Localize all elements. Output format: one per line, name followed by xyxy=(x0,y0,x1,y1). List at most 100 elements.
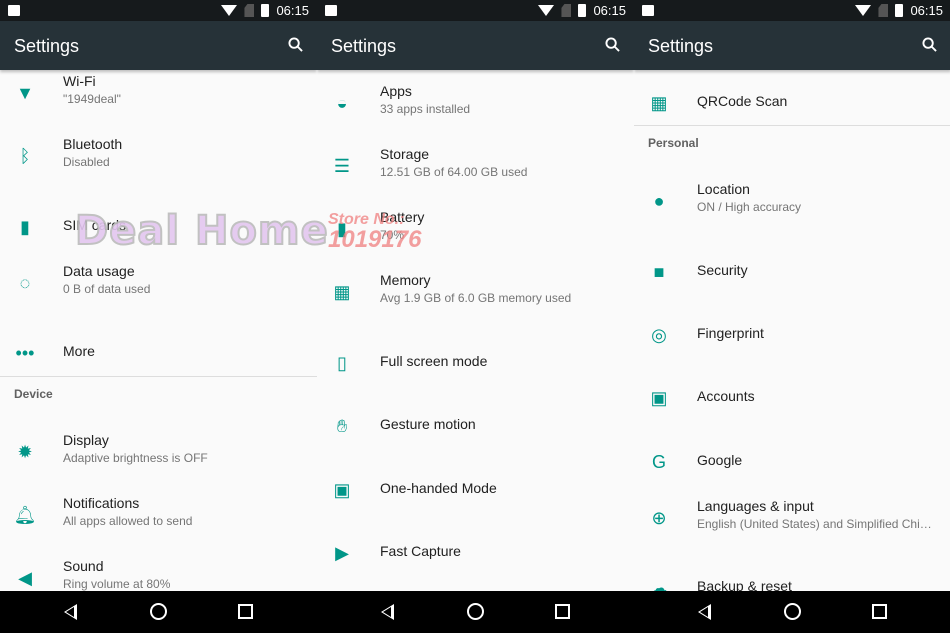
item-subtitle: ON / High accuracy xyxy=(697,200,802,214)
settings-item-location[interactable]: ● Location ON / High accuracy xyxy=(634,181,950,221)
android-icon: ◒ xyxy=(336,92,348,113)
item-title: Gesture motion xyxy=(380,416,476,432)
item-title: Location xyxy=(697,181,750,197)
item-title: Display xyxy=(63,432,109,448)
settings-item-google[interactable]: G Google xyxy=(634,442,950,482)
item-title: Accounts xyxy=(697,388,755,404)
location-icon: ● xyxy=(653,190,665,211)
gallery-notification-icon xyxy=(642,5,654,16)
settings-item-accounts[interactable]: ▣ Accounts xyxy=(634,378,950,418)
item-subtitle: 0 B of data used xyxy=(63,282,151,296)
watermark-store: Store No.: 1019176 xyxy=(328,212,421,252)
more-icon: ••• xyxy=(15,342,35,363)
wifi-signal-icon xyxy=(855,5,872,16)
item-title: Fingerprint xyxy=(697,325,764,341)
item-title: Memory xyxy=(380,272,431,288)
bell-icon: 🔔︎ xyxy=(13,504,37,525)
item-title: Notifications xyxy=(63,495,140,511)
battery-status-icon xyxy=(578,4,587,17)
settings-item-gesture-motion[interactable]: ✋︎ Gesture motion xyxy=(317,406,634,446)
navigation-bar xyxy=(317,591,634,633)
wifi-signal-icon xyxy=(221,5,238,16)
item-title: One-handed Mode xyxy=(380,480,497,496)
settings-item-notifications[interactable]: 🔔︎ Notifications All apps allowed to sen… xyxy=(0,495,317,535)
app-bar: Settings xyxy=(0,21,317,70)
item-subtitle: 33 apps installed xyxy=(380,102,471,116)
search-icon[interactable] xyxy=(922,37,937,52)
search-icon[interactable] xyxy=(288,37,303,52)
battery-status-icon xyxy=(895,4,904,17)
settings-item-security[interactable]: ■ Security xyxy=(634,252,950,292)
settings-item-languages-input[interactable]: ⊕ Languages & input English (United Stat… xyxy=(634,498,950,538)
settings-item-full-screen-mode[interactable]: ▯ Full screen mode xyxy=(317,343,634,383)
item-title: Storage xyxy=(380,146,430,162)
globe-icon: ⊕ xyxy=(651,507,667,528)
status-bar: 06:15 xyxy=(317,0,634,21)
item-title: Wi-Fi xyxy=(63,73,96,89)
storage-icon: ☰ xyxy=(333,155,351,176)
settings-item-more[interactable]: ••• More xyxy=(0,333,317,373)
volume-icon: ◀ xyxy=(18,567,32,588)
section-header: Personal xyxy=(648,136,699,150)
navigation-bar xyxy=(634,591,950,633)
item-subtitle: All apps allowed to send xyxy=(63,514,193,528)
settings-item-apps[interactable]: ◒ Apps 33 apps installed xyxy=(317,83,634,123)
no-sim-icon xyxy=(244,4,255,17)
settings-item-fast-capture[interactable]: ▶ Fast Capture xyxy=(317,533,634,573)
settings-item-data-usage[interactable]: ◌ Data usage 0 B of data used xyxy=(0,263,317,303)
settings-item-qrcode-scan[interactable]: ▦ QRCode Scan xyxy=(634,83,950,123)
gallery-notification-icon xyxy=(325,5,337,16)
clock: 06:15 xyxy=(276,3,309,18)
item-subtitle: Disabled xyxy=(63,155,110,169)
status-bar: 06:15 xyxy=(634,0,950,21)
home-button[interactable] xyxy=(150,603,167,620)
settings-item-storage[interactable]: ☰ Storage 12.51 GB of 64.00 GB used xyxy=(317,146,634,186)
item-title: Bluetooth xyxy=(63,136,123,152)
item-title: Full screen mode xyxy=(380,353,488,369)
settings-item-memory[interactable]: ▦ Memory Avg 1.9 GB of 6.0 GB memory use… xyxy=(317,272,634,312)
recents-button[interactable] xyxy=(238,604,253,619)
item-title: Data usage xyxy=(63,263,135,279)
settings-item-bluetooth[interactable]: ᛒ Bluetooth Disabled xyxy=(0,136,317,176)
settings-item-one-handed-mode[interactable]: ▣ One-handed Mode xyxy=(317,470,634,510)
bluetooth-icon: ᛒ xyxy=(19,145,31,166)
settings-item-display[interactable]: ✹ Display Adaptive brightness is OFF xyxy=(0,432,317,472)
qrcode-icon: ▦ xyxy=(650,92,668,113)
divider xyxy=(0,376,317,377)
account-icon: ▣ xyxy=(650,387,668,408)
settings-item-fingerprint[interactable]: ◎ Fingerprint xyxy=(634,315,950,355)
recents-button[interactable] xyxy=(872,604,887,619)
recents-button[interactable] xyxy=(555,604,570,619)
back-button[interactable] xyxy=(698,604,711,620)
one-handed-icon: ▣ xyxy=(333,479,351,500)
back-button[interactable] xyxy=(64,604,77,620)
watermark-logo: Deal Home xyxy=(74,207,329,255)
back-button[interactable] xyxy=(381,604,394,620)
item-title: QRCode Scan xyxy=(697,93,788,109)
section-header: Device xyxy=(14,387,53,401)
page-title: Settings xyxy=(331,36,397,56)
home-button[interactable] xyxy=(784,603,801,620)
settings-panel-wireless: 06:15 Settings ▼ Wi-Fi "1949deal" ᛒ Blue… xyxy=(0,0,317,633)
search-icon[interactable] xyxy=(605,37,620,52)
gesture-icon: ✋︎ xyxy=(336,415,348,436)
item-subtitle: Ring volume at 80% xyxy=(63,577,171,591)
item-title: Fast Capture xyxy=(380,543,461,559)
item-title: Security xyxy=(697,262,748,278)
item-subtitle: 12.51 GB of 64.00 GB used xyxy=(380,165,528,179)
wifi-icon: ▼ xyxy=(16,82,34,103)
brightness-icon: ✹ xyxy=(17,441,33,462)
settings-item-wi-fi[interactable]: ▼ Wi-Fi "1949deal" xyxy=(0,73,317,113)
app-bar: Settings xyxy=(634,21,950,70)
memory-icon: ▦ xyxy=(333,281,351,302)
lock-icon: ■ xyxy=(653,261,665,282)
home-button[interactable] xyxy=(467,603,484,620)
no-sim-icon xyxy=(878,4,889,17)
watermark-store-number: 1019176 xyxy=(328,226,422,253)
item-subtitle: English (United States) and Simplified C… xyxy=(697,517,932,531)
wifi-signal-icon xyxy=(538,5,555,16)
fingerprint-icon: ◎ xyxy=(651,324,667,345)
settings-panel-device: 06:15 Settings ◒ Apps 33 apps installed … xyxy=(317,0,634,633)
item-title: Google xyxy=(697,452,743,468)
no-sim-icon xyxy=(561,4,572,17)
